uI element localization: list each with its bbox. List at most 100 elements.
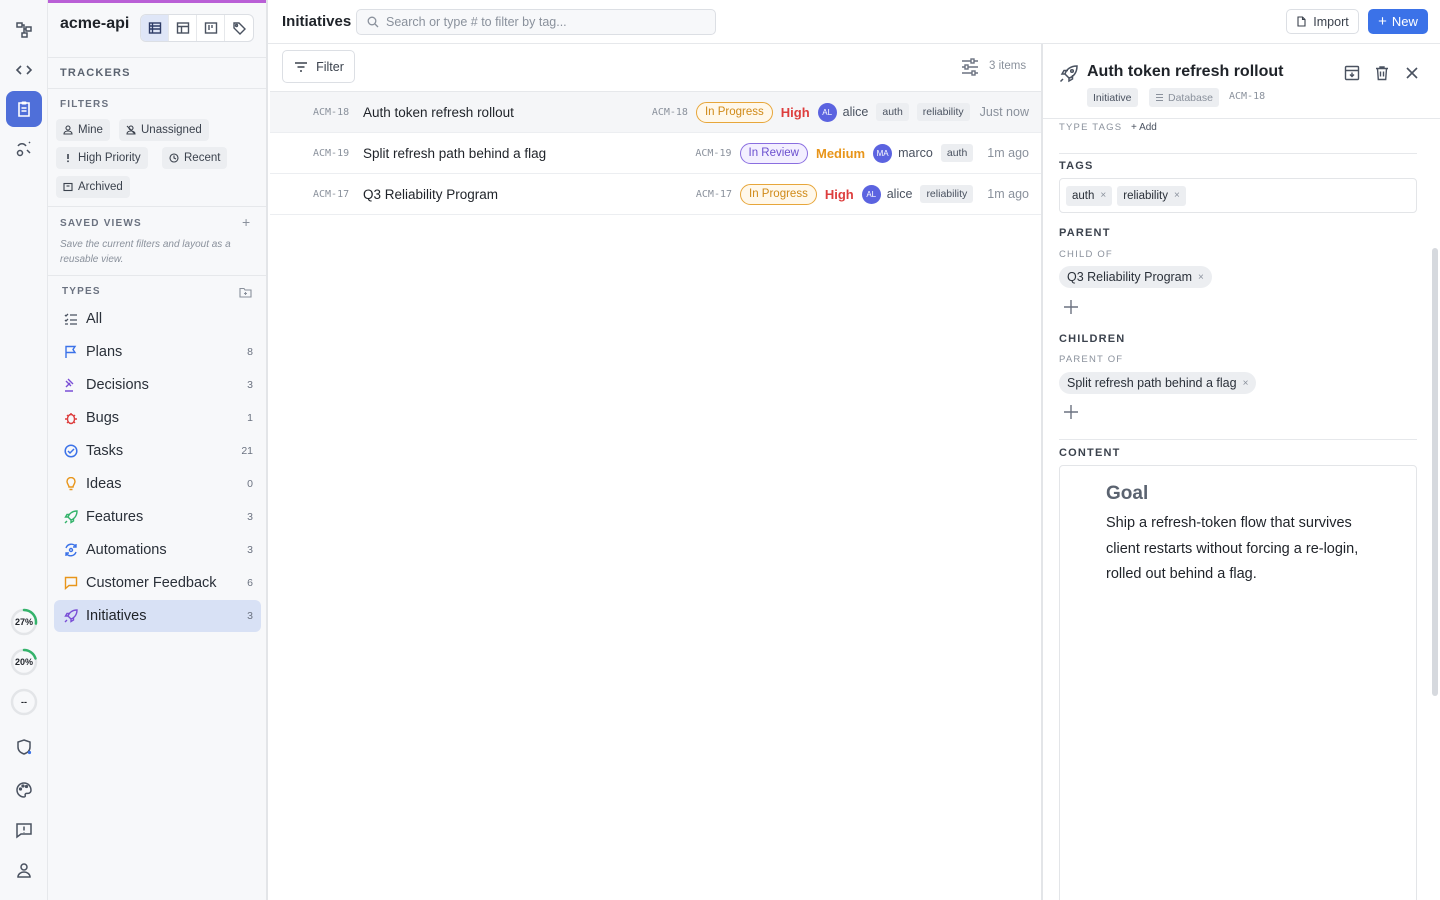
sidebar-item-all[interactable]: All — [54, 303, 261, 335]
saved-views-hint: Save the current filters and layout as a… — [60, 239, 231, 265]
progress-ring-1: 27% — [9, 607, 39, 637]
row-title[interactable]: Split refresh path behind a flag — [363, 146, 546, 161]
status-badge[interactable]: In Review — [739, 142, 808, 164]
table-view-icon[interactable] — [169, 15, 197, 41]
remove-child-icon[interactable]: × — [1243, 378, 1249, 389]
priority-label[interactable]: High — [781, 105, 810, 120]
tracker-icon[interactable] — [6, 91, 42, 127]
sidebar-item-decisions[interactable]: Decisions 3 — [54, 369, 261, 401]
filter-button[interactable]: Filter — [282, 50, 355, 83]
detail-title[interactable]: Auth token refresh rollout — [1087, 63, 1283, 81]
table-row[interactable]: ACM-18 Auth token refresh rollout ACM-18… — [270, 92, 1041, 133]
child-item-chip[interactable]: Split refresh path behind a flag × — [1059, 372, 1257, 394]
source-badge: Database — [1149, 88, 1219, 107]
filter-chip-archived[interactable]: Archived — [56, 176, 130, 198]
list-view-icon[interactable] — [141, 15, 169, 41]
tag-chip[interactable]: reliability — [916, 103, 970, 121]
table-row[interactable]: ACM-19 Split refresh path behind a flag … — [270, 133, 1041, 174]
folder-icon[interactable] — [239, 285, 252, 303]
saved-views-heading: SAVED VIEWS — [60, 218, 142, 229]
sliders-icon[interactable] — [960, 57, 980, 77]
filter-chip-mine[interactable]: Mine — [56, 119, 110, 141]
assignee-name[interactable]: alice — [887, 187, 913, 201]
add-parent-icon[interactable] — [1063, 299, 1079, 315]
sidebar-item-count: 8 — [247, 346, 253, 358]
filter-chip-recent[interactable]: Recent — [162, 147, 228, 169]
tag-chip[interactable]: auth — [940, 144, 974, 162]
row-timestamp: Just now — [979, 105, 1029, 119]
tag-chip[interactable]: reliability — [920, 185, 974, 203]
sidebar-item-initiatives[interactable]: Initiatives 3 — [54, 600, 261, 632]
workflow-icon[interactable] — [6, 12, 42, 48]
code-icon[interactable] — [6, 52, 42, 88]
row-title[interactable]: Q3 Reliability Program — [363, 187, 498, 202]
tag-chip[interactable]: reliability × — [1117, 185, 1186, 206]
remove-tag-icon[interactable]: × — [1100, 190, 1106, 201]
shield-icon[interactable] — [6, 729, 42, 765]
status-badge[interactable]: In Progress — [740, 183, 817, 205]
agents-icon[interactable] — [6, 131, 42, 167]
import-button[interactable]: Import — [1286, 9, 1359, 34]
archive-icon[interactable] — [1343, 64, 1361, 82]
priority-label[interactable]: Medium — [816, 146, 865, 161]
type-tags-label: TYPE TAGS — [1059, 122, 1123, 133]
sidebar-item-label: Ideas — [86, 476, 122, 492]
divider — [48, 206, 266, 207]
tag-chip[interactable]: auth — [876, 103, 909, 121]
sidebar-item-bugs[interactable]: Bugs 1 — [54, 402, 261, 434]
close-icon[interactable] — [1403, 64, 1421, 82]
search-box[interactable] — [356, 9, 716, 35]
row-title[interactable]: Auth token refresh rollout — [363, 105, 514, 120]
divider — [48, 275, 266, 276]
bug-icon — [63, 410, 79, 426]
content-heading: Goal — [1106, 483, 1149, 504]
remove-tag-icon[interactable]: × — [1174, 190, 1180, 201]
avatar: AL — [861, 184, 881, 204]
status-badge[interactable]: In Progress — [695, 101, 773, 123]
assignee-name[interactable]: marco — [898, 146, 933, 160]
feedback-icon[interactable] — [6, 812, 42, 848]
tag-chip[interactable]: auth × — [1066, 185, 1113, 206]
avatar: MA — [873, 143, 893, 163]
add-saved-view-button[interactable]: + — [242, 214, 250, 230]
source-badge-label: Database — [1168, 91, 1213, 104]
new-button[interactable]: + New — [1368, 9, 1428, 34]
sidebar-item-count: 3 — [247, 379, 253, 391]
sidebar-item-label: All — [86, 311, 103, 327]
sidebar-item-label: Automations — [86, 542, 167, 558]
row-id: ACM-19 — [313, 147, 350, 159]
add-child-icon[interactable] — [1063, 404, 1079, 420]
sidebar-item-customer-feedback[interactable]: Customer Feedback 6 — [54, 567, 261, 599]
automation-icon — [63, 542, 79, 558]
content-editor[interactable]: Goal Ship a refresh-token flow that surv… — [1059, 465, 1417, 900]
type-badge[interactable]: Initiative — [1087, 88, 1138, 107]
tags-field[interactable]: auth × reliability × — [1059, 178, 1417, 213]
filter-chip-high-priority[interactable]: High Priority — [56, 147, 148, 169]
sidebar-item-features[interactable]: Features 3 — [54, 501, 261, 533]
sidebar-item-ideas[interactable]: Ideas 0 — [54, 468, 261, 500]
scrollbar[interactable] — [1432, 248, 1438, 696]
types-heading: TYPES — [62, 286, 101, 297]
sidebar-item-plans[interactable]: Plans 8 — [54, 336, 261, 368]
rocket-icon — [63, 608, 79, 624]
sidebar-item-automations[interactable]: Automations 3 — [54, 534, 261, 566]
tag-view-icon[interactable] — [225, 15, 253, 41]
filter-chip-unassigned[interactable]: Unassigned — [119, 119, 209, 141]
parent-item-chip[interactable]: Q3 Reliability Program × — [1059, 266, 1212, 288]
palette-icon[interactable] — [6, 772, 42, 808]
search-icon — [367, 16, 379, 28]
sidebar-item-tasks[interactable]: Tasks 21 — [54, 435, 261, 467]
search-input[interactable] — [386, 15, 706, 29]
filter-chip-label: Mine — [78, 124, 103, 136]
message-icon — [63, 575, 79, 591]
table-row[interactable]: ACM-17 Q3 Reliability Program ACM-17 In … — [270, 174, 1041, 215]
assignee-name[interactable]: alice — [843, 105, 869, 119]
workspace-name[interactable]: acme-api — [60, 15, 132, 33]
remove-parent-icon[interactable]: × — [1198, 272, 1204, 283]
add-type-tag-button[interactable]: + Add — [1131, 122, 1157, 133]
rocket-icon — [1059, 65, 1078, 83]
priority-label[interactable]: High — [825, 187, 854, 202]
trash-icon[interactable] — [1373, 64, 1391, 82]
board-view-icon[interactable] — [197, 15, 225, 41]
user-icon[interactable] — [6, 852, 42, 888]
